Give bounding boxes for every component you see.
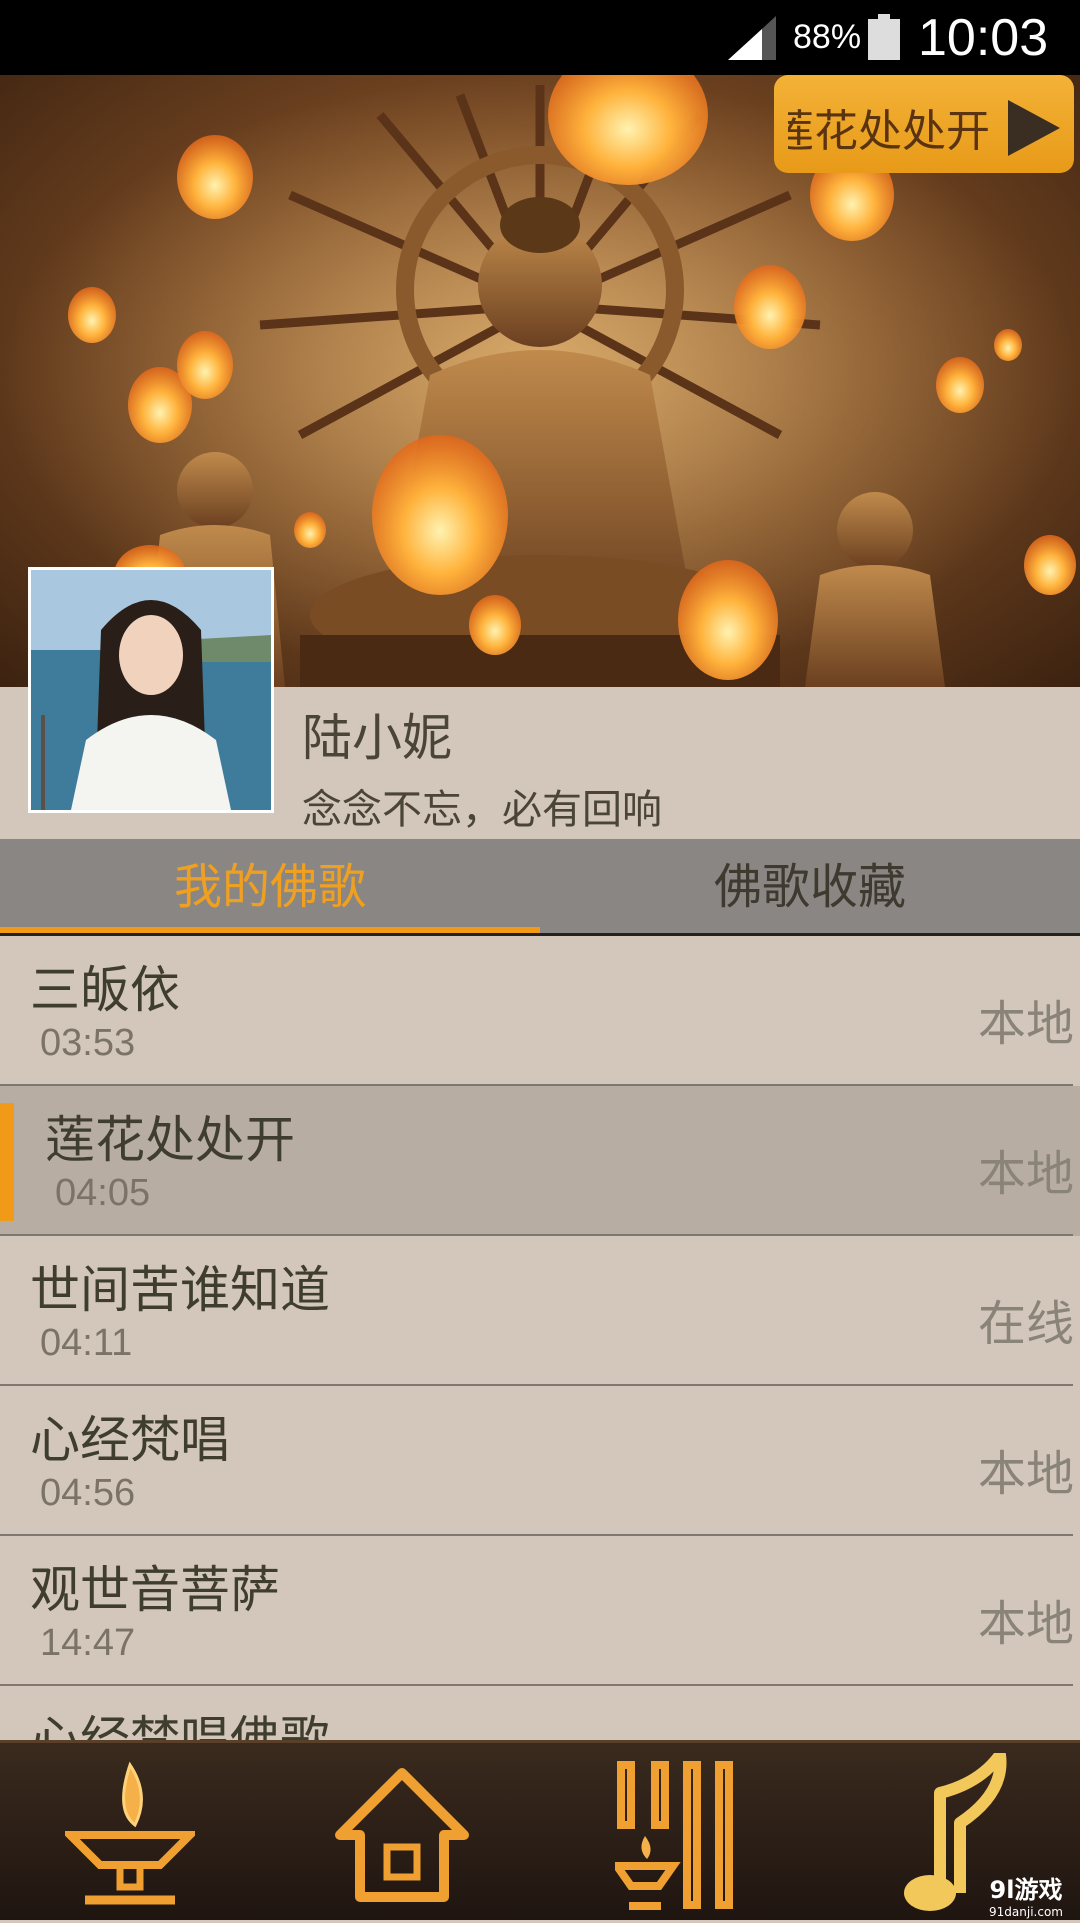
battery-icon bbox=[868, 14, 900, 60]
battery-percent: 88% bbox=[793, 18, 862, 56]
active-indicator bbox=[0, 1103, 14, 1221]
list-item[interactable]: 世间苦谁知道 04:11 在线 bbox=[0, 1236, 1080, 1386]
song-source: 本地 bbox=[977, 1146, 1074, 1202]
tab-favorites[interactable]: 佛歌收藏 bbox=[540, 839, 1080, 935]
tab-bar: 我的佛歌 佛歌收藏 bbox=[0, 839, 1080, 935]
tab-my-songs[interactable]: 我的佛歌 bbox=[0, 839, 540, 935]
list-item[interactable]: 观世音菩萨 14:47 本地 bbox=[0, 1536, 1080, 1686]
song-duration: 03:53 bbox=[40, 1022, 136, 1064]
nav-lamp-button[interactable] bbox=[0, 1743, 270, 1923]
user-motto: 念念不忘，必有回响 bbox=[302, 787, 662, 833]
signal-icon bbox=[728, 16, 776, 60]
song-duration: 04:11 bbox=[40, 1322, 133, 1364]
user-name: 陆小妮 bbox=[302, 709, 452, 767]
list-item-active[interactable]: 莲花处处开 04:05 本地 bbox=[0, 1086, 1080, 1236]
now-playing-title: 莲花处处开 bbox=[788, 106, 990, 155]
song-title: 莲花处处开 bbox=[45, 1111, 295, 1169]
song-source: 本地 bbox=[977, 1446, 1074, 1502]
song-source: 本地 bbox=[977, 1596, 1074, 1652]
nav-incense-button[interactable] bbox=[540, 1743, 810, 1923]
bottom-nav bbox=[0, 1740, 1080, 1920]
home-icon bbox=[335, 1768, 469, 1902]
status-bar: 88% 10:03 bbox=[0, 0, 1080, 75]
song-source: 本地 bbox=[977, 996, 1074, 1052]
song-title: 心经梵唱 bbox=[30, 1411, 230, 1469]
song-title: 心经梵唱佛歌 bbox=[30, 1711, 330, 1740]
list-item[interactable]: 三皈依 03:53 本地 bbox=[0, 936, 1080, 1086]
list-item[interactable]: 心经梵唱 04:56 本地 bbox=[0, 1386, 1080, 1536]
watermark: 9l游戏 91danji.com bbox=[989, 1876, 1063, 1919]
list-item[interactable]: 心经梵唱佛歌 本地 bbox=[0, 1686, 1080, 1740]
play-icon[interactable] bbox=[1008, 100, 1060, 156]
avatar[interactable] bbox=[28, 567, 274, 813]
song-list[interactable]: 三皈依 03:53 本地 莲花处处开 04:05 本地 世间苦谁知道 04:11… bbox=[0, 936, 1080, 1740]
song-duration: 04:56 bbox=[40, 1472, 136, 1514]
nav-home-button[interactable] bbox=[270, 1743, 540, 1923]
song-title: 观世音菩萨 bbox=[30, 1561, 280, 1619]
incense-icon bbox=[615, 1761, 733, 1910]
song-source: 在线 bbox=[977, 1296, 1074, 1352]
song-title: 三皈依 bbox=[30, 961, 180, 1019]
song-title: 世间苦谁知道 bbox=[30, 1261, 330, 1319]
song-duration: 04:05 bbox=[55, 1172, 151, 1214]
oil-lamp-icon bbox=[65, 1761, 195, 1905]
song-duration: 14:47 bbox=[40, 1622, 136, 1664]
clock: 10:03 bbox=[918, 9, 1049, 67]
